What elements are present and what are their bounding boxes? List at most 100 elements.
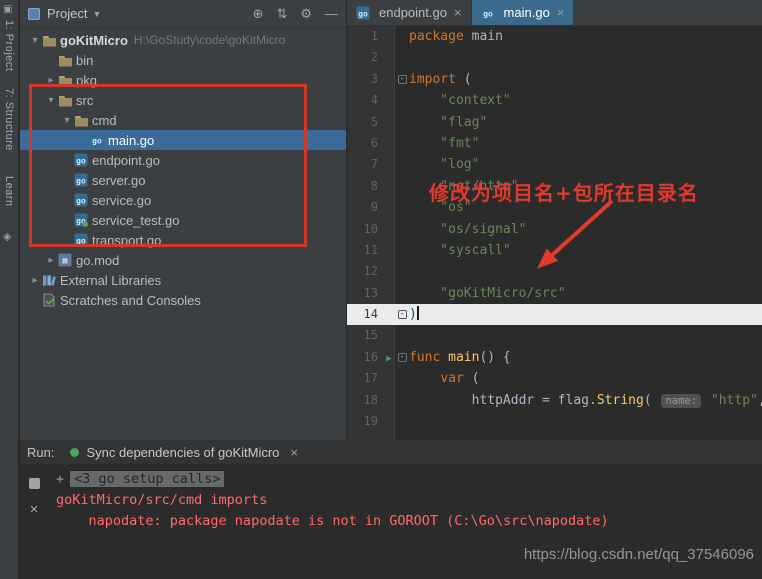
window-menu-icon[interactable]: ▣ bbox=[3, 4, 12, 15]
close-tab-icon[interactable]: × bbox=[557, 5, 565, 20]
code-line[interactable]: 16▶-func main() { bbox=[347, 347, 762, 368]
hide-panel-icon[interactable]: — bbox=[325, 6, 338, 21]
line-number[interactable]: 11 bbox=[347, 240, 383, 261]
editor-tab-endpoint-go[interactable]: goendpoint.go× bbox=[347, 0, 472, 25]
code-line[interactable]: 7 "log" bbox=[347, 154, 762, 175]
editor: goendpoint.go×gomain.go× 1 package main 23… bbox=[347, 0, 762, 440]
chevron-right-icon[interactable]: ▸ bbox=[28, 275, 42, 286]
expand-fold-icon[interactable]: + bbox=[56, 471, 64, 487]
line-number[interactable]: 10 bbox=[347, 219, 383, 240]
line-number[interactable]: 5 bbox=[347, 112, 383, 133]
line-number[interactable]: 8 bbox=[347, 176, 383, 197]
line-number[interactable]: 1 bbox=[347, 26, 383, 47]
code-line[interactable]: 13 "goKitMicro/src" bbox=[347, 283, 762, 304]
line-number[interactable]: 3 bbox=[347, 69, 383, 90]
line-number[interactable]: 9 bbox=[347, 197, 383, 218]
code-line[interactable]: 19 bbox=[347, 411, 762, 432]
run-main-icon[interactable]: ▶ bbox=[386, 354, 391, 364]
tree-item-server-go[interactable]: goserver.go bbox=[20, 170, 346, 190]
tree-item-pkg[interactable]: ▸pkg bbox=[20, 70, 346, 90]
line-number[interactable]: 7 bbox=[347, 154, 383, 175]
code-line[interactable]: 14-) bbox=[347, 304, 762, 325]
code-line[interactable]: 18 httpAddr = flag.String( name: "http", bbox=[347, 390, 762, 411]
code-line[interactable]: 15 bbox=[347, 325, 762, 346]
tree-item-endpoint-go[interactable]: goendpoint.go bbox=[20, 150, 346, 170]
code-line[interactable]: 10 "os/signal" bbox=[347, 219, 762, 240]
line-number[interactable]: 16 bbox=[347, 347, 383, 368]
code-area[interactable]: 1package main23-import (4 "context"5 "fl… bbox=[347, 26, 762, 440]
code-line[interactable]: 11 "syscall" bbox=[347, 240, 762, 261]
line-number[interactable]: 2 bbox=[347, 47, 383, 68]
code-line[interactable]: 5 "flag" bbox=[347, 112, 762, 133]
code-line[interactable]: 4 "context" bbox=[347, 90, 762, 111]
tree-item-bin[interactable]: bin bbox=[20, 50, 346, 70]
code-token: "flag" bbox=[409, 115, 487, 130]
go-file-icon: go bbox=[74, 173, 92, 187]
tool-window-button-1-project[interactable]: 1: Project bbox=[3, 20, 15, 71]
tool-window-button-learn[interactable]: Learn bbox=[3, 176, 15, 207]
line-number[interactable]: 6 bbox=[347, 133, 383, 154]
tool-window-button-7-structure[interactable]: 7: Structure bbox=[3, 88, 15, 151]
run-tab[interactable]: Sync dependencies of goKitMicro × bbox=[70, 445, 298, 460]
tree-item-go-mod[interactable]: ▸mgo.mod bbox=[20, 250, 346, 270]
code-text: "os" bbox=[409, 197, 762, 218]
watermark: https://blog.csdn.net/qq_37546096 bbox=[524, 546, 754, 563]
tree-item-label: Scratches and Consoles bbox=[60, 293, 201, 308]
code-line[interactable]: 17 var ( bbox=[347, 368, 762, 389]
code-line[interactable]: 2 bbox=[347, 47, 762, 68]
fold-icon[interactable]: - bbox=[398, 310, 407, 319]
chevron-down-icon[interactable]: ▾ bbox=[44, 95, 58, 106]
chevron-down-icon[interactable]: ▾ bbox=[60, 115, 74, 126]
tree-item-external-libraries[interactable]: ▸External Libraries bbox=[20, 270, 346, 290]
chevron-right-icon[interactable]: ▸ bbox=[44, 255, 58, 266]
collapse-all-icon[interactable]: ⇅ bbox=[276, 6, 287, 21]
code-line[interactable]: 1 package main bbox=[347, 26, 762, 47]
chevron-down-icon[interactable]: ▾ bbox=[28, 35, 42, 46]
line-number[interactable]: 19 bbox=[347, 411, 383, 432]
code-token: "goKitMicro/src" bbox=[409, 286, 566, 301]
close-console-icon[interactable]: × bbox=[20, 501, 48, 518]
line-number[interactable]: 14 bbox=[347, 304, 383, 325]
tree-item-scratches-and-consoles[interactable]: Scratches and Consoles bbox=[20, 290, 346, 310]
code-line[interactable]: 9 "os" bbox=[347, 197, 762, 218]
go-file-icon: go bbox=[74, 153, 92, 167]
editor-tab-main-go[interactable]: gomain.go× bbox=[472, 0, 575, 25]
console-line: goKitMicro/src/cmd imports bbox=[56, 490, 762, 511]
project-panel-title[interactable]: Project bbox=[47, 6, 87, 21]
chevron-down-icon[interactable]: ▼ bbox=[92, 9, 101, 19]
code-token bbox=[409, 371, 440, 386]
tree-item-service-test-go[interactable]: goservice_test.go bbox=[20, 210, 346, 230]
line-number[interactable]: 17 bbox=[347, 368, 383, 389]
tree-item-src[interactable]: ▾src bbox=[20, 90, 346, 110]
project-header-icons: ⊕ ⇅ ⚙ — bbox=[240, 5, 338, 23]
code-line[interactable]: 3-import ( bbox=[347, 69, 762, 90]
go-file-icon: go bbox=[74, 233, 92, 247]
gutter-icon-slot bbox=[383, 154, 395, 175]
line-number[interactable]: 12 bbox=[347, 261, 383, 282]
stop-icon[interactable] bbox=[29, 478, 40, 489]
code-line[interactable]: 8 "net/http" bbox=[347, 176, 762, 197]
code-line[interactable]: 12 bbox=[347, 261, 762, 282]
line-number[interactable]: 15 bbox=[347, 325, 383, 346]
code-text: package main bbox=[409, 26, 762, 47]
run-panel-header: Run: Sync dependencies of goKitMicro × bbox=[20, 441, 762, 465]
code-line[interactable]: 6 "fmt" bbox=[347, 133, 762, 154]
tree-item-service-go[interactable]: goservice.go bbox=[20, 190, 346, 210]
line-number[interactable]: 18 bbox=[347, 390, 383, 411]
fold-icon[interactable]: - bbox=[398, 353, 407, 362]
close-tab-icon[interactable]: × bbox=[454, 5, 462, 20]
line-number[interactable]: 4 bbox=[347, 90, 383, 111]
tree-item-main-go[interactable]: gomain.go bbox=[20, 130, 346, 150]
close-run-tab-icon[interactable]: × bbox=[290, 445, 298, 460]
chevron-right-icon[interactable]: ▸ bbox=[44, 75, 58, 86]
locate-file-icon[interactable]: ⊕ bbox=[253, 6, 264, 21]
bookmark-tool-icon[interactable]: ◈ bbox=[3, 230, 11, 243]
tree-item-transport-go[interactable]: gotransport.go bbox=[20, 230, 346, 250]
line-number[interactable]: 13 bbox=[347, 283, 383, 304]
settings-icon[interactable]: ⚙ bbox=[300, 6, 312, 21]
tree-item-cmd[interactable]: ▾cmd bbox=[20, 110, 346, 130]
folded-console-text[interactable]: <3 go setup calls> bbox=[70, 471, 224, 487]
fold-icon[interactable]: - bbox=[398, 75, 407, 84]
tree-item-gokitmicro[interactable]: ▾goKitMicroH:\GoStudy\code\goKitMicro bbox=[20, 30, 346, 50]
console-output[interactable]: + <3 go setup calls> goKitMicro/src/cmd im… bbox=[56, 469, 762, 532]
